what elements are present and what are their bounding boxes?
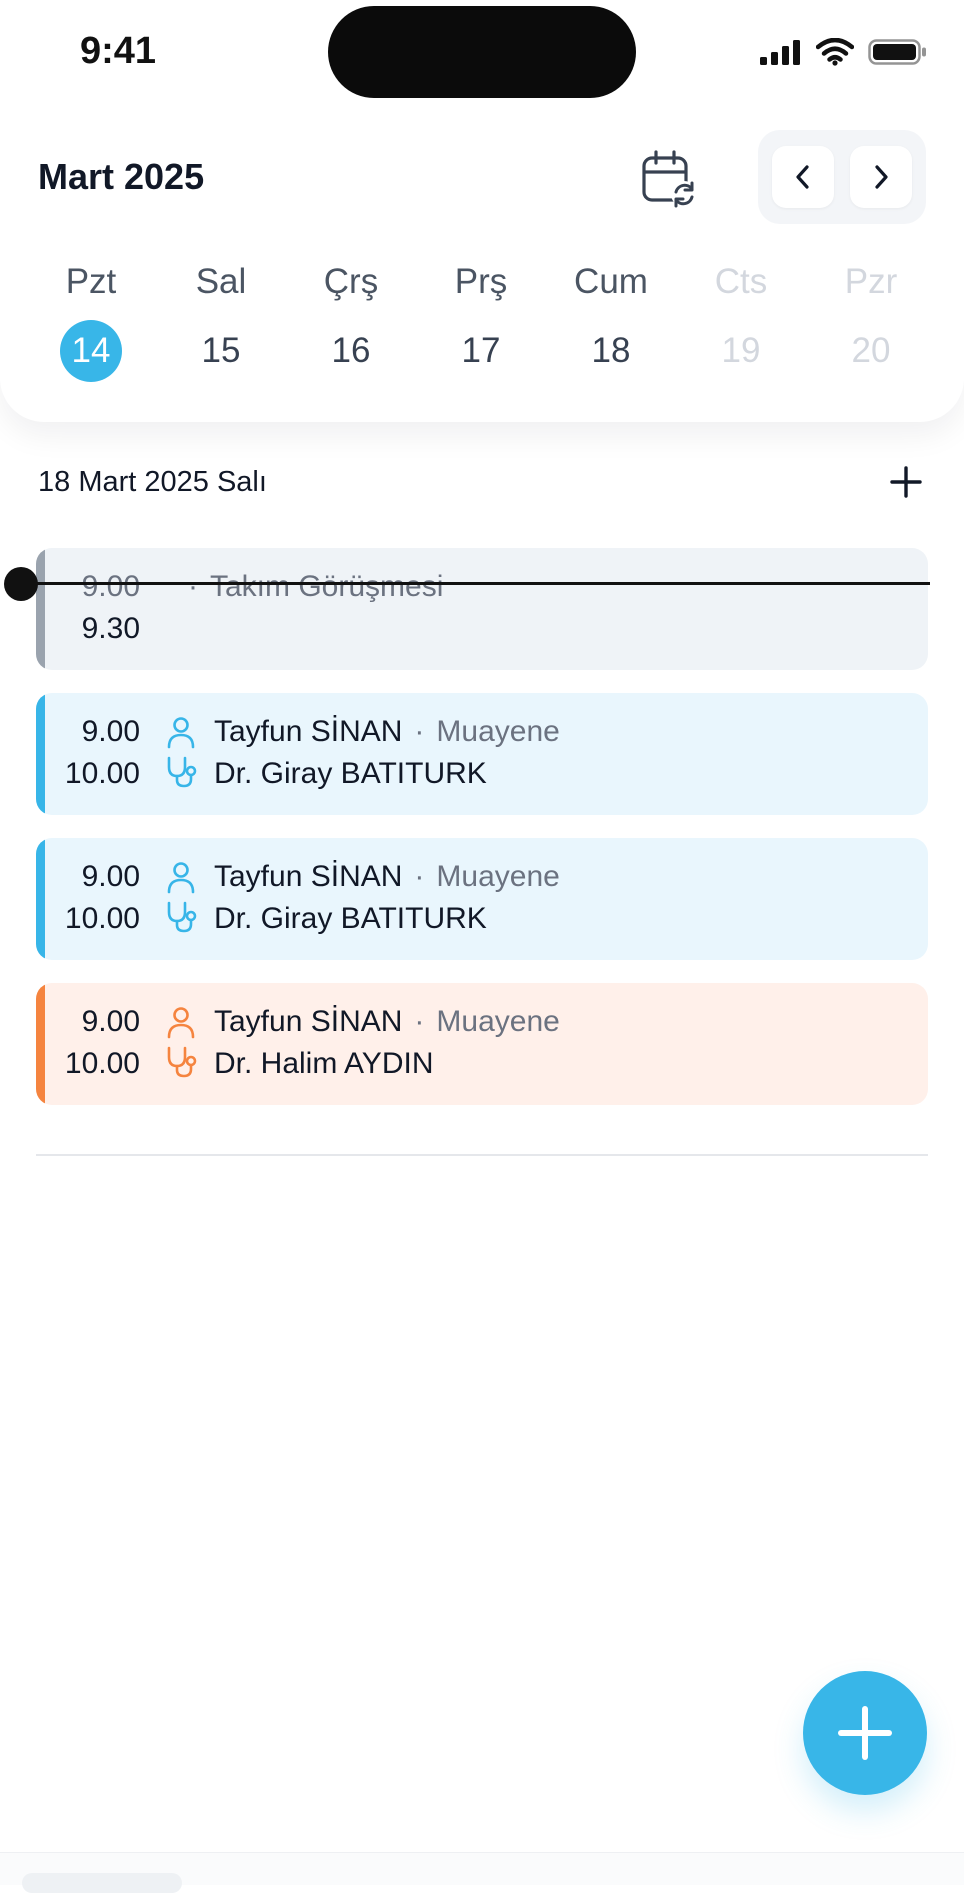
event-card[interactable]: 9.00 9.30 · Takım Görüşmesi [36,548,928,670]
day-sunday[interactable]: Pzr 20 [806,258,936,382]
appointment-type: Muayene [436,715,560,748]
chevron-left-icon [796,165,809,189]
stethoscope-icon [167,1046,197,1078]
event-start-time: 9.00 [81,1005,140,1038]
cellular-signal-icon [760,40,800,65]
day-thursday[interactable]: Prş 17 [416,258,546,382]
event-color-bar [36,693,45,815]
month-title: Mart 2025 [38,156,205,197]
stethoscope-icon [167,901,197,933]
status-icons [760,38,928,66]
patient-name: Tayfun SİNAN [214,860,403,893]
event-end-time: 9.30 [81,612,140,645]
previous-week-button[interactable] [772,146,834,208]
event-title-line: · Takım Görüşmesi [176,570,443,604]
calendar-refresh-icon[interactable] [640,150,698,208]
separator-dot: · [188,570,198,603]
appointment-type: Muayene [436,860,560,893]
event-start-time: 9.00 [81,715,140,748]
selected-date-heading: 18 Mart 2025 Salı [38,466,267,498]
person-icon [167,862,195,894]
event-color-bar [36,983,45,1105]
next-week-button[interactable] [850,146,912,208]
event-color-bar [36,548,45,670]
dynamic-island [328,6,636,98]
stethoscope-icon [167,756,197,788]
add-appointment-button[interactable] [803,1671,927,1795]
day-number: 14 [60,320,122,382]
day-number: 18 [591,331,631,370]
bottom-tab-bar [0,1852,964,1893]
day-label: Cts [714,262,768,301]
event-end-time: 10.00 [64,902,140,935]
doctor-name: Dr. Halim AYDIN [214,1047,434,1080]
separator-dot: · [414,715,425,748]
status-time: 9:41 [80,30,157,72]
day-label: Cum [574,262,648,301]
separator-dot: · [414,860,425,893]
calendar-header-panel: 9:41 Mart 2025 Pzt 14 Sal 15 Çrş 16 Prş … [0,0,964,422]
chevron-right-icon [875,165,888,189]
week-navigation [758,130,926,224]
day-saturday[interactable]: Cts 19 [676,258,806,382]
day-wednesday[interactable]: Çrş 16 [286,258,416,382]
day-label: Sal [195,262,247,301]
week-strip: Pzt 14 Sal 15 Çrş 16 Prş 17 Cum 18 Cts 1… [26,258,938,394]
event-card[interactable]: 9.00 10.00 Tayfun SİNAN · Muayene Dr. Gira… [36,693,928,815]
doctor-name: Dr. Giray BATITURK [214,757,487,790]
list-divider [36,1154,928,1156]
battery-icon [868,39,926,65]
event-title-line: Tayfun SİNAN · Muayene [214,1005,560,1039]
event-color-bar [36,838,45,960]
event-title-line: Tayfun SİNAN · Muayene [214,715,560,749]
patient-name: Tayfun SİNAN [214,715,403,748]
event-title: Takım Görüşmesi [210,570,444,603]
day-label: Çrş [323,262,379,301]
plus-icon [838,1706,892,1760]
current-time-dot [4,567,38,601]
person-icon [167,717,195,749]
separator-dot: · [414,1005,425,1038]
patient-name: Tayfun SİNAN [214,1005,403,1038]
add-event-icon[interactable] [884,460,928,504]
day-number: 15 [201,331,241,370]
tab-bar-item[interactable] [22,1873,182,1893]
day-number: 17 [461,331,501,370]
event-title-line: Tayfun SİNAN · Muayene [214,860,560,894]
current-time-line [18,582,930,585]
day-label: Pzt [65,262,117,301]
person-icon [167,1007,195,1039]
event-start-time: 9.00 [81,860,140,893]
day-monday[interactable]: Pzt 14 [26,258,156,382]
appointment-type: Muayene [436,1005,560,1038]
doctor-name: Dr. Giray BATITURK [214,902,487,935]
day-label: Pzr [844,262,898,301]
event-start-time: 9.00 [81,570,140,603]
day-label: Prş [454,262,508,301]
day-tuesday[interactable]: Sal 15 [156,258,286,382]
event-end-time: 10.00 [64,757,140,790]
event-end-time: 10.00 [64,1047,140,1080]
day-number: 16 [331,331,371,370]
wifi-icon [816,38,854,66]
day-number: 19 [721,331,761,370]
day-friday[interactable]: Cum 18 [546,258,676,382]
day-number: 20 [851,331,891,370]
event-card[interactable]: 9.00 10.00 Tayfun SİNAN · Muayene Dr. Hali… [36,983,928,1105]
event-card[interactable]: 9.00 10.00 Tayfun SİNAN · Muayene Dr. Gira… [36,838,928,960]
